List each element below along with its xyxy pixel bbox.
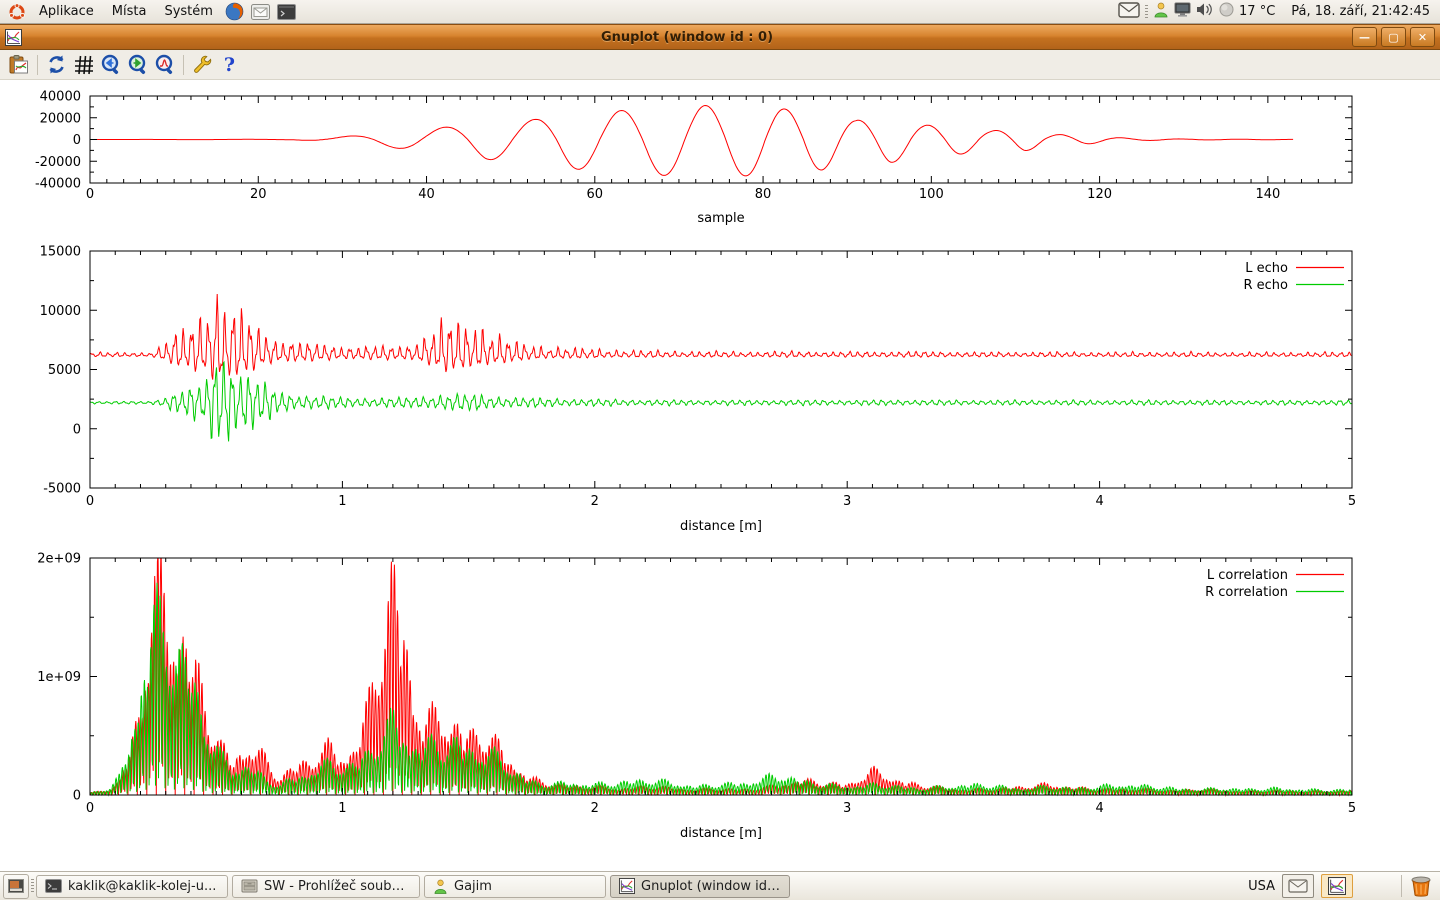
svg-text:80: 80	[755, 187, 772, 202]
svg-text:5: 5	[1348, 494, 1356, 509]
menu-system[interactable]: Systém	[155, 1, 221, 22]
svg-text:4: 4	[1095, 494, 1103, 509]
svg-text:0: 0	[73, 133, 81, 148]
svg-text:L correlation: L correlation	[1207, 568, 1288, 583]
minimize-button[interactable]: —	[1352, 27, 1377, 47]
svg-text:0: 0	[86, 494, 94, 509]
svg-text:L echo: L echo	[1245, 261, 1288, 276]
taskbar-tray: USA	[1248, 874, 1437, 898]
temperature-label[interactable]: 17 °C	[1239, 4, 1275, 19]
svg-text:40000: 40000	[40, 90, 81, 105]
svg-text:-5000: -5000	[43, 482, 81, 497]
settings-button[interactable]	[189, 52, 216, 78]
svg-text:2: 2	[591, 494, 599, 509]
panel-tray: 17 °C Pá, 18. září, 21:42:45	[1118, 2, 1440, 22]
grid-button[interactable]	[70, 52, 97, 78]
task-label: Gnuplot (window id : 0)	[641, 879, 781, 894]
replot-button[interactable]	[43, 52, 70, 78]
svg-text:1e+09: 1e+09	[37, 670, 81, 685]
svg-text:2: 2	[591, 801, 599, 816]
taskbar-item-gajim[interactable]: Gajim	[424, 875, 606, 898]
weather-icon[interactable]	[1219, 2, 1234, 21]
gajim-status-icon[interactable]	[1153, 2, 1169, 22]
gnuplot-toolbar: ?	[0, 50, 1440, 80]
svg-text:0: 0	[86, 801, 94, 816]
svg-text:5: 5	[1348, 801, 1356, 816]
svg-text:100: 100	[919, 187, 944, 202]
task-label: kaklik@kaklik-kolej-u...	[68, 879, 216, 894]
svg-text:40: 40	[418, 187, 435, 202]
svg-text:0: 0	[73, 422, 81, 437]
close-button[interactable]: ✕	[1410, 27, 1435, 47]
gnuplot-window-icon	[5, 29, 22, 46]
svg-text:distance [m]: distance [m]	[680, 826, 762, 841]
svg-text:10000: 10000	[40, 304, 81, 319]
terminal-launcher-icon[interactable]	[277, 2, 297, 22]
zoom-previous-button[interactable]	[97, 52, 124, 78]
bottom-taskbar: kaklik@kaklik-kolej-u... SW - Prohlížeč …	[0, 871, 1440, 900]
svg-text:120: 120	[1087, 187, 1112, 202]
svg-text:1: 1	[338, 801, 346, 816]
svg-text:R correlation: R correlation	[1205, 585, 1288, 600]
menu-places[interactable]: Místa	[103, 1, 156, 22]
svg-text:distance [m]: distance [m]	[680, 519, 762, 534]
tray-divider	[1401, 875, 1402, 897]
svg-text:2e+09: 2e+09	[37, 552, 81, 567]
svg-text:20: 20	[250, 187, 267, 202]
svg-text:0: 0	[73, 789, 81, 804]
ubuntu-logo-icon[interactable]	[7, 2, 27, 22]
clock[interactable]: Pá, 18. září, 21:42:45	[1291, 4, 1430, 19]
svg-text:-20000: -20000	[35, 155, 81, 170]
tray-separator	[1145, 5, 1148, 19]
taskbar-item-gnuplot[interactable]: Gnuplot (window id : 0)	[610, 875, 790, 898]
show-desktop-button[interactable]	[3, 874, 29, 899]
task-label: SW - Prohlížeč souborů	[264, 879, 411, 894]
toolbar-separator	[37, 55, 38, 75]
svg-text:15000: 15000	[40, 245, 81, 260]
svg-text:140: 140	[1255, 187, 1280, 202]
svg-text:3: 3	[843, 801, 851, 816]
svg-text:R echo: R echo	[1243, 278, 1288, 293]
taskbar-separator	[31, 879, 34, 893]
taskbar-item-terminal[interactable]: kaklik@kaklik-kolej-u...	[36, 875, 228, 898]
plot-canvas: 020406080100120140-40000-200000200004000…	[0, 80, 1440, 871]
panel-menus: Aplikace Místa Systém	[0, 1, 300, 22]
trash-icon[interactable]	[1409, 874, 1433, 898]
svg-text:-40000: -40000	[35, 177, 81, 192]
zoom-next-button[interactable]	[124, 52, 151, 78]
gnuplot-charts: 020406080100120140-40000-200000200004000…	[0, 80, 1440, 871]
svg-text:20000: 20000	[40, 111, 81, 126]
maximize-button[interactable]: ▢	[1381, 27, 1406, 47]
menu-applications[interactable]: Aplikace	[30, 1, 103, 22]
svg-text:1: 1	[338, 494, 346, 509]
svg-text:sample: sample	[697, 211, 744, 226]
firefox-icon[interactable]	[225, 2, 245, 22]
svg-text:60: 60	[587, 187, 604, 202]
keyboard-layout-indicator[interactable]: USA	[1248, 879, 1275, 894]
copy-to-clipboard-button[interactable]	[5, 52, 32, 78]
task-label: Gajim	[454, 879, 492, 894]
gnuplot-tray-icon[interactable]	[1321, 874, 1353, 898]
window-titlebar[interactable]: Gnuplot (window id : 0) — ▢ ✕	[0, 24, 1440, 50]
volume-icon[interactable]	[1196, 2, 1214, 21]
monitor-icon[interactable]	[1174, 2, 1191, 22]
svg-text:3: 3	[843, 494, 851, 509]
top-panel: Aplikace Místa Systém 17 °C Pá,	[0, 0, 1440, 24]
help-button[interactable]: ?	[216, 52, 243, 78]
autoscale-button[interactable]	[151, 52, 178, 78]
svg-text:0: 0	[86, 187, 94, 202]
svg-text:5000: 5000	[48, 363, 81, 378]
mail-notify-icon[interactable]	[1118, 2, 1140, 22]
window-title: Gnuplot (window id : 0)	[22, 30, 1352, 45]
taskbar-item-file-manager[interactable]: SW - Prohlížeč souborů	[232, 875, 420, 898]
svg-text:4: 4	[1095, 801, 1103, 816]
mail-tray-icon[interactable]	[1282, 874, 1314, 898]
toolbar-separator	[183, 55, 184, 75]
mail-launcher-icon[interactable]	[251, 2, 271, 22]
